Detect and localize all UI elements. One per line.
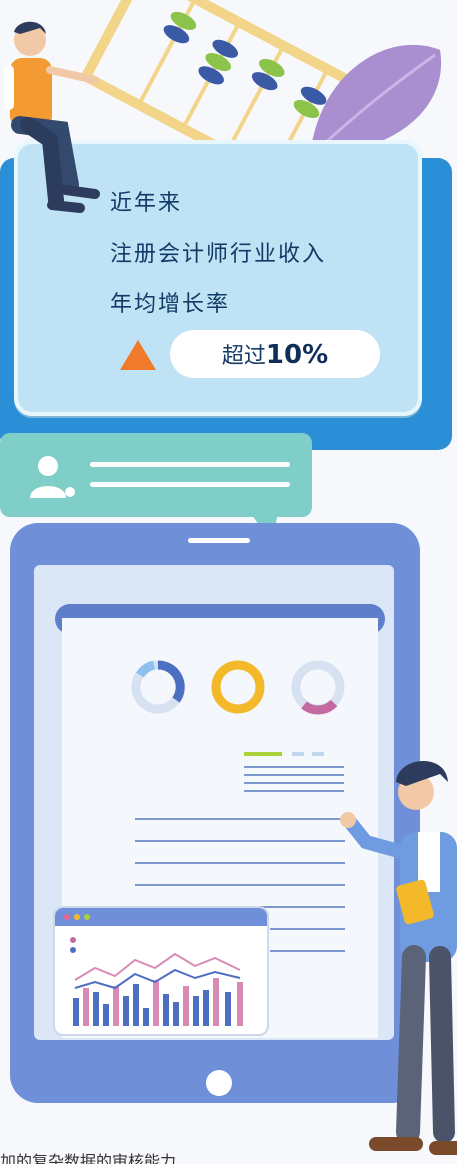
home-button (206, 1070, 232, 1096)
bubble-line-1 (90, 462, 290, 467)
infographic-canvas: 近年来 注册会计师行业收入 年均增长率 超过10% 加的复杂数据的审核能力 (0, 0, 457, 1164)
legend-dash-2 (312, 752, 324, 756)
headline-line-3: 年均增长率 (110, 292, 231, 317)
standing-person-illustration (340, 760, 457, 1155)
text-line (244, 790, 344, 792)
text-line (244, 766, 344, 768)
text-line (244, 782, 344, 784)
bubble-line-2 (90, 482, 290, 487)
tablet-speaker (188, 538, 250, 543)
stat-text: 超过10% (188, 338, 362, 370)
report-line (135, 884, 345, 886)
legend-dash-1 (292, 752, 304, 756)
text-line (244, 774, 344, 776)
user-icon (30, 456, 75, 498)
sitting-person-illustration (4, 21, 100, 213)
headline-line-1: 近年来 (110, 191, 183, 216)
report-line (270, 950, 345, 952)
stat-value: 10% (265, 340, 329, 370)
caption-text: 加的复杂数据的审核能力 (0, 1152, 177, 1164)
headline-line-2: 注册会计师行业收入 (110, 242, 327, 267)
up-triangle-icon (120, 340, 156, 370)
report-line (135, 840, 345, 842)
bar-chart-icon (64, 914, 243, 1026)
donut-chart-icon (131, 660, 345, 715)
report-line (135, 818, 345, 820)
stat-prefix: 超过 (221, 344, 266, 369)
report-line (135, 862, 345, 864)
legend-green (244, 752, 282, 756)
report-line (270, 928, 345, 930)
